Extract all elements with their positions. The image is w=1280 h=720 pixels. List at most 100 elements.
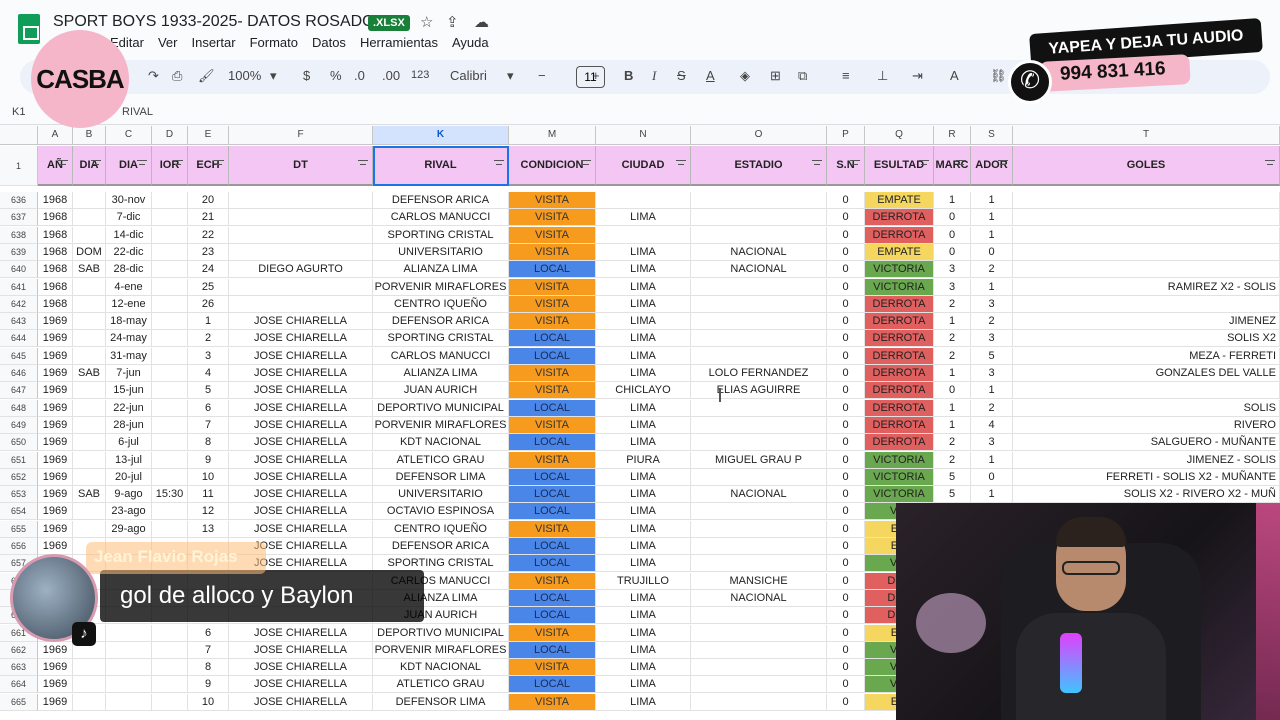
table-cell[interactable]	[73, 400, 106, 417]
menu-item[interactable]: Herramientas	[360, 35, 438, 50]
table-cell[interactable]: LIMA	[596, 469, 691, 486]
table-cell[interactable]: LIMA	[596, 538, 691, 555]
table-cell[interactable]: 3	[971, 434, 1013, 451]
table-cell[interactable]: 28-jun	[106, 417, 152, 434]
table-cell[interactable]	[691, 209, 827, 226]
table-cell[interactable]: DERROTA	[865, 348, 934, 365]
table-cell[interactable]: 10	[188, 694, 229, 711]
table-cell[interactable]	[1013, 227, 1280, 244]
table-cell[interactable]: 22	[188, 227, 229, 244]
table-cell[interactable]: LIMA	[596, 590, 691, 607]
table-cell[interactable]: ALIANZA LIMA	[373, 365, 509, 382]
table-cell[interactable]: 22-jun	[106, 400, 152, 417]
table-cell[interactable]: VICTORIA	[865, 261, 934, 278]
table-cell[interactable]: ALIANZA LIMA	[373, 261, 509, 278]
table-cell[interactable]: UNIVERSITARIO	[373, 486, 509, 503]
table-cell[interactable]: VICTORIA	[865, 279, 934, 296]
table-cell[interactable]: 21	[188, 209, 229, 226]
table-cell[interactable]: PORVENIR MIRAFLORES	[373, 279, 509, 296]
table-cell[interactable]: MANSICHE	[691, 573, 827, 590]
table-cell[interactable]: 20-jul	[106, 469, 152, 486]
table-cell[interactable]: 0	[827, 538, 865, 555]
table-cell[interactable]	[73, 382, 106, 399]
cloud-status-icon[interactable]: ☁	[474, 13, 489, 31]
table-cell[interactable]	[73, 296, 106, 313]
table-cell[interactable]: 9	[188, 676, 229, 693]
column-header-k[interactable]: K	[373, 126, 509, 145]
filter-icon[interactable]	[214, 160, 224, 168]
row-header[interactable]: 637	[0, 209, 38, 226]
table-cell[interactable]: 3	[971, 365, 1013, 382]
table-cell[interactable]: 0	[971, 244, 1013, 261]
align-vertical-icon[interactable]: ⊥	[877, 68, 888, 84]
table-cell[interactable]: 31-may	[106, 348, 152, 365]
table-cell[interactable]: CARLOS MANUCCI	[373, 348, 509, 365]
table-cell[interactable]: 0	[827, 625, 865, 642]
table-cell[interactable]: 0	[827, 365, 865, 382]
table-cell[interactable]	[73, 313, 106, 330]
table-cell[interactable]: 1969	[38, 538, 73, 555]
table-cell[interactable]: 1969	[38, 676, 73, 693]
merge-cells-icon[interactable]: ⧉	[798, 68, 807, 84]
table-cell[interactable]	[106, 642, 152, 659]
align-horizontal-icon[interactable]: ≡	[842, 68, 850, 83]
row-header[interactable]: 1	[0, 146, 38, 186]
table-cell[interactable]: LOCAL	[509, 348, 596, 365]
table-cell[interactable]: LIMA	[596, 607, 691, 624]
table-cell[interactable]: DEFENSOR ARICA	[373, 538, 509, 555]
table-cell[interactable]: LIMA	[596, 659, 691, 676]
table-cell[interactable]: LOCAL	[509, 400, 596, 417]
table-cell[interactable]: 1969	[38, 469, 73, 486]
table-cell[interactable]: 1	[971, 486, 1013, 503]
table-cell[interactable]: 0	[827, 676, 865, 693]
table-cell[interactable]: 25	[188, 279, 229, 296]
table-cell[interactable]: VISITA	[509, 296, 596, 313]
font-size-input[interactable]: 11	[576, 66, 605, 88]
table-cell[interactable]: DEFENSOR ARICA	[373, 192, 509, 209]
table-cell[interactable]	[691, 348, 827, 365]
table-cell[interactable]	[691, 227, 827, 244]
row-header[interactable]: 663	[0, 659, 38, 676]
table-cell[interactable]	[691, 676, 827, 693]
table-cell[interactable]: DOM	[73, 244, 106, 261]
menu-item[interactable]: Ver	[158, 35, 178, 50]
row-header[interactable]: 649	[0, 417, 38, 434]
table-cell[interactable]: 2	[971, 313, 1013, 330]
row-header[interactable]: 647	[0, 382, 38, 399]
table-cell[interactable]	[1013, 296, 1280, 313]
table-cell[interactable]	[152, 469, 188, 486]
table-cell[interactable]: DERROTA	[865, 296, 934, 313]
table-cell[interactable]: 0	[934, 382, 971, 399]
table-cell[interactable]: KDT NACIONAL	[373, 659, 509, 676]
table-cell[interactable]: 2	[934, 452, 971, 469]
row-header[interactable]: 636	[0, 192, 38, 209]
table-cell[interactable]: DERROTA	[865, 227, 934, 244]
table-cell[interactable]: 0	[827, 521, 865, 538]
table-cell[interactable]: 23	[188, 244, 229, 261]
table-cell[interactable]: 6	[188, 625, 229, 642]
table-cell[interactable]	[229, 296, 373, 313]
table-cell[interactable]: JOSE CHIARELLA	[229, 659, 373, 676]
table-cell[interactable]: VICTORIA	[865, 486, 934, 503]
table-cell[interactable]: DERROTA	[865, 209, 934, 226]
table-cell[interactable]: JOSE CHIARELLA	[229, 503, 373, 520]
table-cell[interactable]: DEPORTIVO MUNICIPAL	[373, 625, 509, 642]
column-header-n[interactable]: N	[596, 126, 691, 145]
table-cell[interactable]	[106, 694, 152, 711]
table-cell[interactable]: 5	[934, 469, 971, 486]
column-header-f[interactable]: F	[229, 126, 373, 145]
table-cell[interactable]: 0	[827, 382, 865, 399]
table-cell[interactable]: LIMA	[596, 486, 691, 503]
table-cell[interactable]: JOSE CHIARELLA	[229, 434, 373, 451]
table-cell[interactable]	[1013, 244, 1280, 261]
filter-icon[interactable]	[998, 160, 1008, 168]
star-icon[interactable]: ☆	[420, 13, 433, 31]
currency-format-button[interactable]: $	[303, 68, 310, 83]
table-cell[interactable]: MEZA - FERRETI	[1013, 348, 1280, 365]
table-cell[interactable]: 2	[934, 348, 971, 365]
table-cell[interactable]: 0	[827, 261, 865, 278]
row-header[interactable]: 653	[0, 486, 38, 503]
table-cell[interactable]: SALGUERO - MUÑANTE	[1013, 434, 1280, 451]
table-cell[interactable]: 1969	[38, 313, 73, 330]
decrease-decimal-button[interactable]: .0	[354, 68, 365, 83]
